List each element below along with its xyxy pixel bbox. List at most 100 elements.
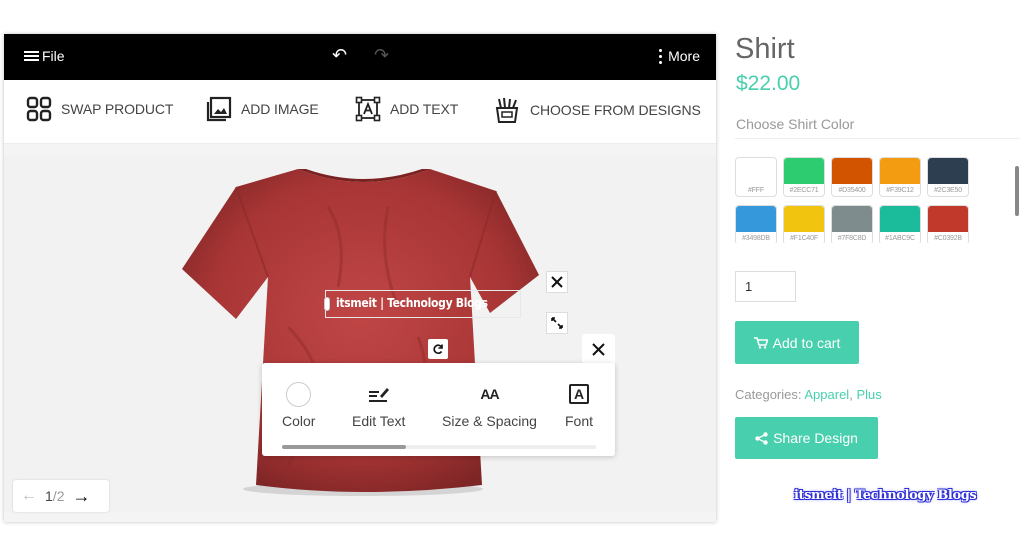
image-icon <box>206 96 232 122</box>
font-icon: A <box>569 384 589 404</box>
rotate-icon <box>433 344 443 354</box>
add-text-label: ADD TEXT <box>390 101 459 117</box>
more-menu-button[interactable]: More <box>659 48 700 64</box>
color-circle-icon <box>286 381 312 407</box>
rotate-layer-button[interactable] <box>428 339 448 359</box>
swatch-hex-label: #1ABC9C <box>885 235 915 242</box>
file-menu-label: File <box>42 48 65 64</box>
size-spacing-label: Size & Spacing <box>442 413 537 429</box>
share-design-button[interactable]: Share Design <box>735 417 878 459</box>
swatch-hex-label: #C0392B <box>934 235 962 242</box>
vertical-dots-icon <box>659 48 663 64</box>
choose-designs-label: CHOOSE FROM DESIGNS <box>530 102 701 118</box>
swap-product-button[interactable]: SWAP PRODUCT <box>26 96 173 122</box>
swatch-color-fill <box>880 158 920 184</box>
previous-view-arrow-icon[interactable]: ← <box>21 487 37 505</box>
font-size-icon: AA <box>480 386 499 402</box>
pencil-cup-icon <box>495 97 519 123</box>
color-swatch[interactable]: #C0392B <box>927 205 969 243</box>
share-design-label: Share Design <box>773 430 858 446</box>
close-icon <box>551 276 563 288</box>
swatch-color-fill <box>832 158 872 184</box>
swatch-hex-label: #2ECC71 <box>789 187 819 194</box>
add-to-cart-label: Add to cart <box>772 334 841 351</box>
category-link-apparel[interactable]: Apparel <box>804 387 849 402</box>
swatch-hex-label: #2C3E50 <box>934 187 962 194</box>
divider <box>735 138 1020 139</box>
product-designer: File ↶ ↷ More SWAP PRODUCT ADD IMAGE ADD… <box>4 34 716 522</box>
close-text-options-button[interactable] <box>582 334 615 364</box>
undo-icon[interactable]: ↶ <box>332 45 347 66</box>
swatch-color-fill <box>832 206 872 232</box>
color-swatch[interactable]: #F1C40F <box>783 205 825 243</box>
designer-topbar: File ↶ ↷ More <box>4 34 716 80</box>
add-image-button[interactable]: ADD IMAGE <box>206 96 319 122</box>
add-to-cart-button[interactable]: Add to cart <box>735 321 859 364</box>
color-swatch[interactable]: #3498DB <box>735 205 777 243</box>
swatch-color-fill <box>928 158 968 184</box>
swatch-hex-label: #F1C40F <box>790 235 818 242</box>
file-menu-button[interactable]: File <box>24 48 65 64</box>
swatch-hex-label: #D35400 <box>838 187 866 194</box>
swatch-color-fill <box>736 158 776 184</box>
categories-label: Categories: <box>735 387 802 402</box>
font-option[interactable]: A Font <box>565 381 593 429</box>
page-total: 2 <box>56 488 65 504</box>
watermark-text: itsmeit | Technology Blogs <box>794 488 977 503</box>
text-color-label: Color <box>282 413 316 429</box>
text-options-panel: Color Edit Text AA Size & Spacing A Font <box>262 363 615 456</box>
options-scrollbar[interactable] <box>282 445 596 449</box>
font-label: Font <box>565 413 594 429</box>
category-link-plus[interactable]: Plus <box>856 387 881 402</box>
next-view-arrow-icon[interactable]: → <box>72 486 90 507</box>
page-indicator: 1/2 <box>45 488 64 504</box>
resize-icon <box>551 317 563 329</box>
text-color-option[interactable]: Color <box>282 381 315 429</box>
color-swatch[interactable]: #2C3E50 <box>927 157 969 197</box>
hamburger-icon <box>24 50 39 62</box>
remove-layer-button[interactable] <box>546 271 568 293</box>
swatch-hex-label: #FFF <box>748 187 764 194</box>
color-swatch[interactable]: #D35400 <box>831 157 873 197</box>
color-swatch[interactable]: #2ECC71 <box>783 157 825 197</box>
edit-text-icon <box>368 388 389 402</box>
redo-icon[interactable]: ↷ <box>374 45 389 66</box>
options-scrollbar-thumb[interactable] <box>282 445 406 449</box>
edit-text-option[interactable]: Edit Text <box>352 381 405 429</box>
add-text-button[interactable]: ADD TEXT <box>355 96 458 122</box>
color-chooser-label: Choose Shirt Color <box>736 116 855 132</box>
color-swatch[interactable]: #FFF <box>735 157 777 197</box>
text-layer-content: itsmeit | Technology Blogs <box>336 296 488 310</box>
swatch-hex-label: #F39C12 <box>886 187 914 194</box>
view-pager: ← 1/2 → <box>13 480 109 512</box>
swatch-scrollbar[interactable] <box>1015 166 1019 216</box>
swap-product-label: SWAP PRODUCT <box>61 101 174 117</box>
swatch-color-fill <box>784 206 824 232</box>
swatch-color-fill <box>928 206 968 232</box>
designer-toolbar: SWAP PRODUCT ADD IMAGE ADD TEXT CHOOSE F… <box>4 80 716 144</box>
product-title: Shirt <box>735 33 795 65</box>
more-menu-label: More <box>668 48 700 64</box>
swatch-color-fill <box>784 158 824 184</box>
choose-designs-button[interactable]: CHOOSE FROM DESIGNS <box>493 96 701 124</box>
resize-layer-button[interactable] <box>546 312 568 334</box>
text-layer-box[interactable]: itsmeit | Technology Blogs <box>324 290 521 318</box>
page-current: 1 <box>45 488 53 504</box>
color-swatch[interactable]: #F39C12 <box>879 157 921 197</box>
grid-icon <box>26 96 52 122</box>
add-image-label: ADD IMAGE <box>241 101 319 117</box>
product-price: $22.00 <box>736 72 801 95</box>
edit-text-label: Edit Text <box>352 413 406 429</box>
text-layer-handle[interactable] <box>324 297 330 311</box>
color-swatch[interactable]: #1ABC9C <box>879 205 921 243</box>
swatch-hex-label: #7F8C8D <box>837 235 867 242</box>
text-box-icon <box>355 96 381 122</box>
swatch-color-fill <box>736 206 776 232</box>
quantity-input[interactable]: 1 <box>735 271 796 302</box>
swatch-color-fill <box>880 206 920 232</box>
color-swatch[interactable]: #7F8C8D <box>831 205 873 243</box>
product-categories: Categories: Apparel, Plus <box>735 387 882 402</box>
size-spacing-option[interactable]: AA Size & Spacing <box>442 381 537 429</box>
cart-icon <box>753 336 768 349</box>
share-icon <box>755 431 768 445</box>
